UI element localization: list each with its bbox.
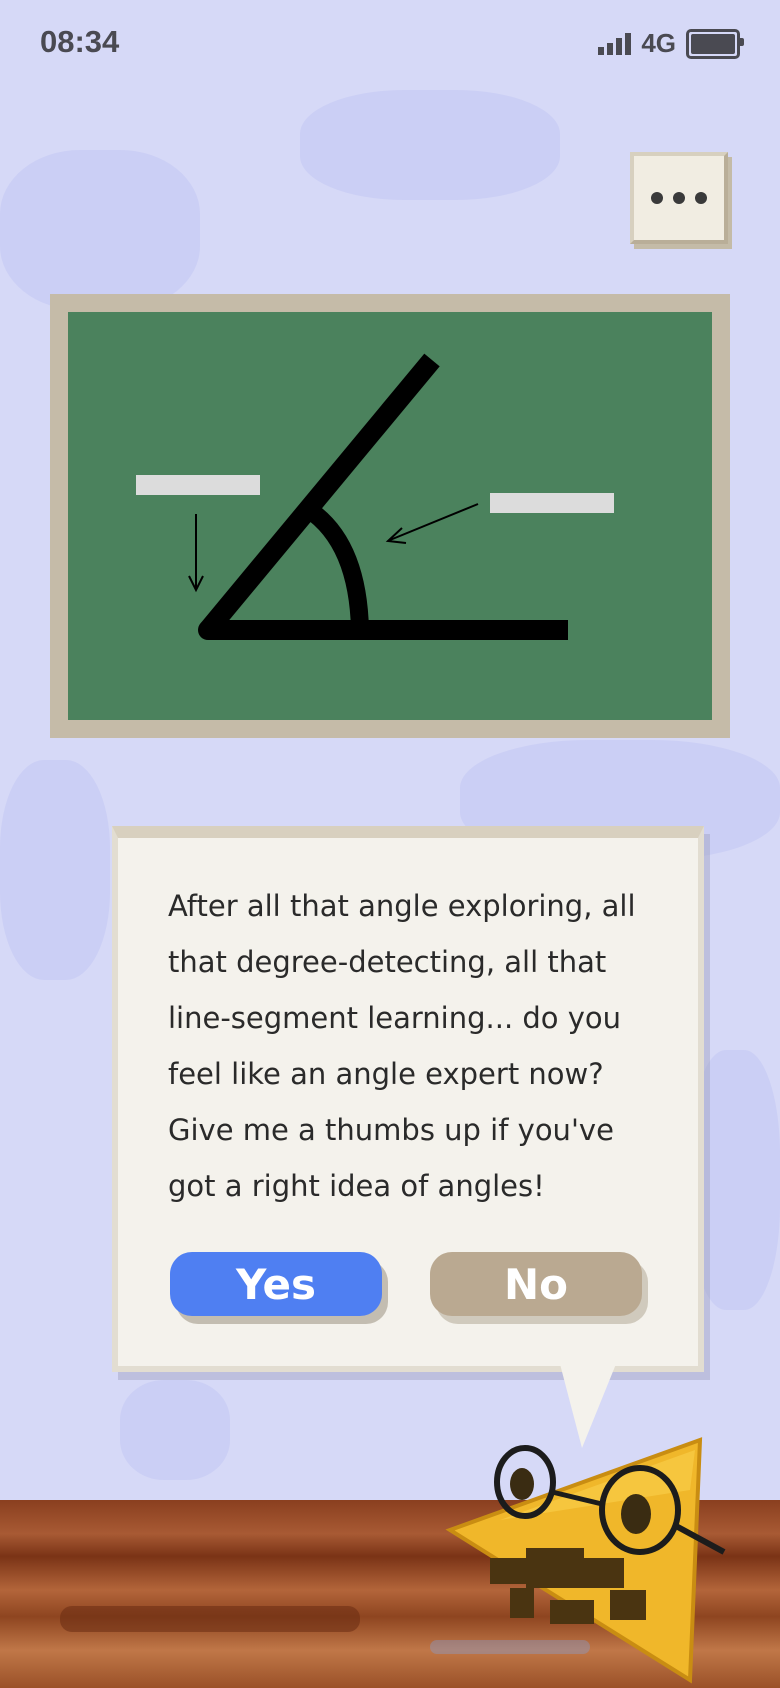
signal-icon	[598, 32, 632, 55]
status-indicators: 4G	[598, 28, 744, 59]
status-bar: 08:34 4G	[0, 0, 780, 86]
background-smudge	[0, 760, 110, 980]
triangle-professor-mascot-icon	[445, 1437, 726, 1684]
floor-grain	[60, 1606, 360, 1632]
angle-arc	[302, 501, 369, 631]
no-button[interactable]: No	[430, 1252, 642, 1316]
background-smudge	[300, 90, 560, 200]
yes-button[interactable]: Yes	[170, 1252, 382, 1316]
angle-diagram	[136, 353, 614, 640]
angle-pointer-arrow	[389, 503, 479, 541]
chalkboard-surface	[68, 312, 712, 720]
speech-dialog: After all that angle exploring, all that…	[112, 826, 704, 1372]
background-smudge	[120, 1380, 230, 1480]
status-time: 08:34	[40, 24, 120, 59]
background-smudge	[0, 150, 200, 310]
more-dots-icon	[651, 192, 707, 204]
network-type: 4G	[641, 28, 676, 58]
dialog-message: After all that angle exploring, all that…	[168, 889, 636, 1203]
battery-icon	[686, 28, 744, 59]
angle-label-blank	[490, 493, 614, 513]
more-options-button[interactable]	[630, 152, 728, 244]
chalkboard	[50, 294, 730, 738]
vertex-label-blank	[136, 475, 260, 495]
